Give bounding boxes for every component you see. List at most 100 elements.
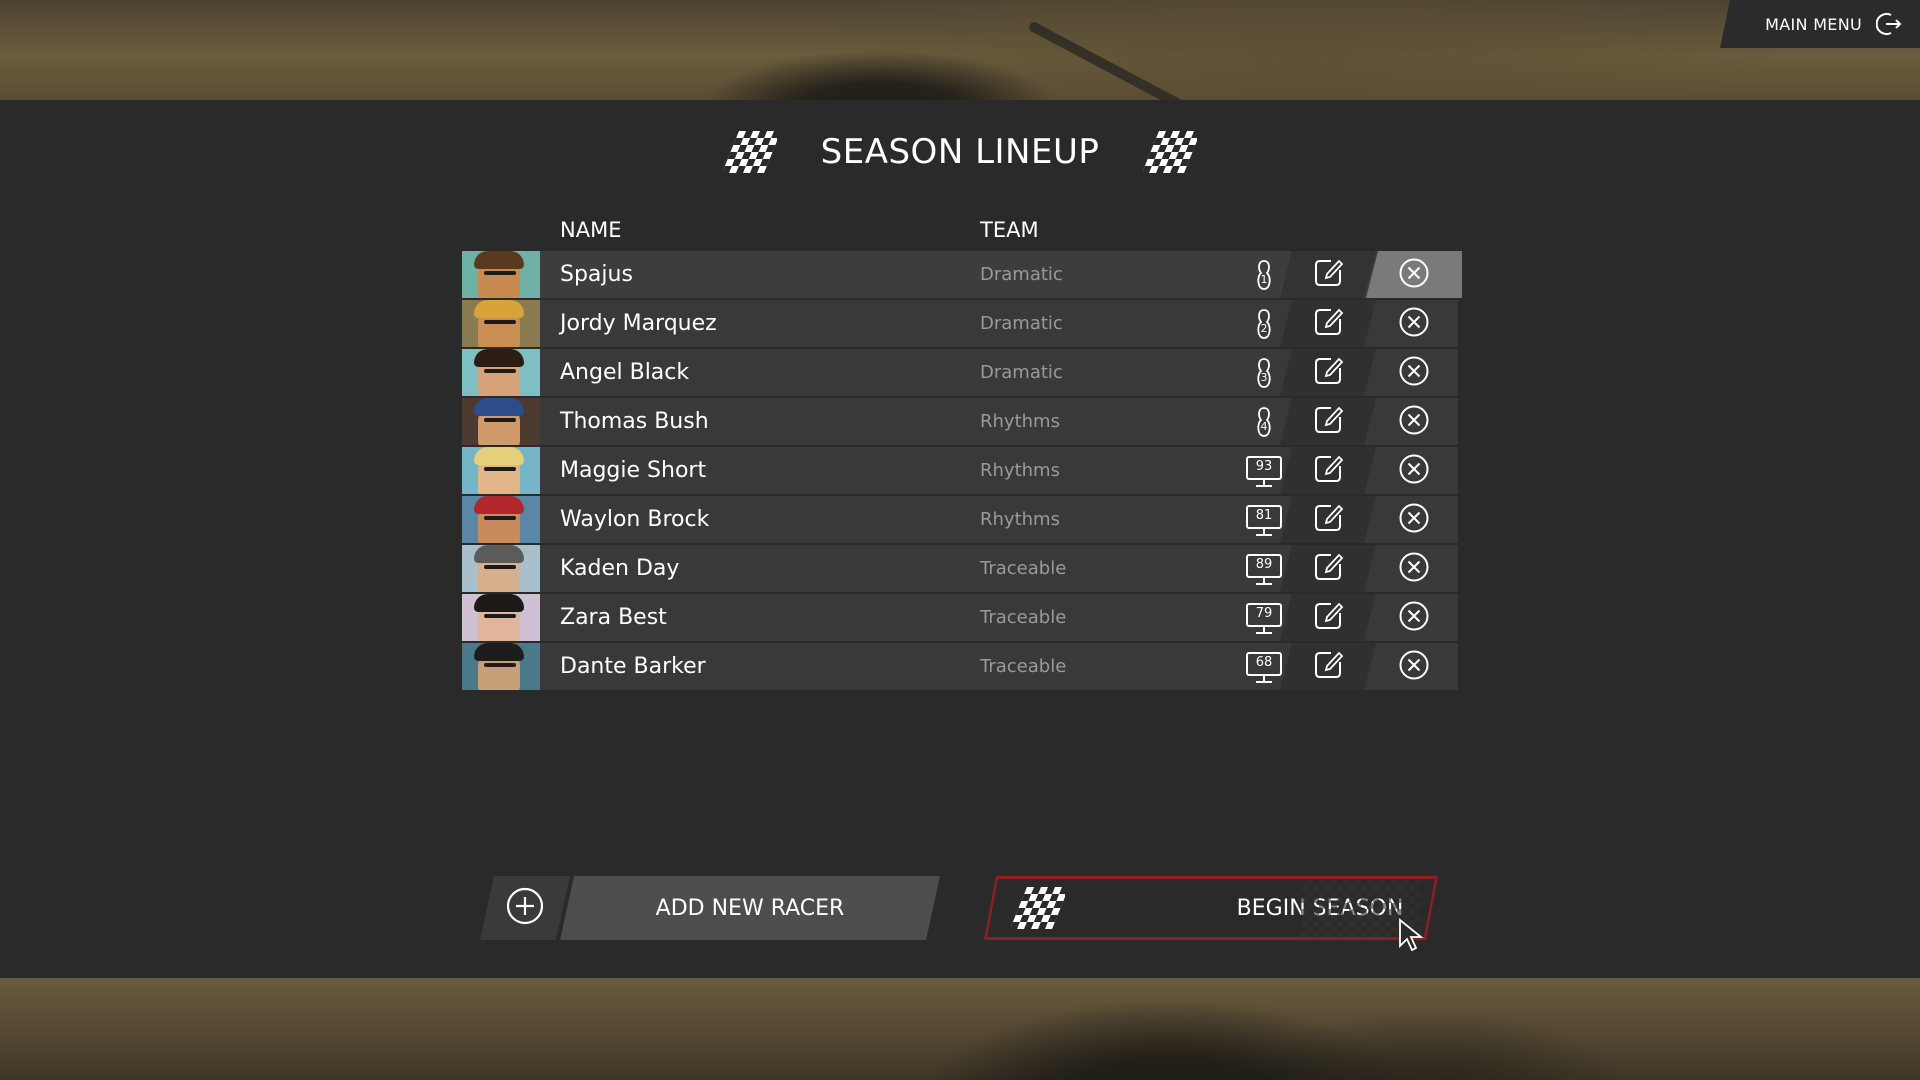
edit-icon — [1311, 403, 1345, 441]
computer-ai-icon: 93 — [1244, 455, 1284, 487]
racer-name: Waylon Brock — [560, 507, 710, 532]
checkered-flag-icon — [722, 131, 777, 173]
racer-team: Dramatic — [980, 264, 1063, 285]
computer-ai-icon: 79 — [1244, 602, 1284, 634]
racer-name: Zara Best — [560, 605, 667, 630]
edit-racer-button[interactable] — [1280, 398, 1376, 445]
edit-racer-button[interactable] — [1280, 594, 1376, 641]
remove-racer-button[interactable] — [1366, 496, 1462, 543]
edit-icon — [1311, 354, 1345, 392]
ai-skill-value: 89 — [1255, 556, 1273, 572]
remove-racer-button[interactable] — [1366, 594, 1462, 641]
close-circle-icon — [1397, 256, 1431, 294]
edit-icon — [1311, 452, 1345, 490]
racer-avatar — [462, 447, 540, 494]
racer-avatar — [462, 251, 540, 298]
controller-icon: 1 — [1244, 259, 1284, 291]
racer-row[interactable]: Spajus Dramatic 1 — [462, 251, 1462, 298]
edit-racer-button[interactable] — [1280, 545, 1376, 592]
player-slot-number: 2 — [1260, 321, 1268, 335]
edit-icon — [1311, 501, 1345, 539]
edit-icon — [1311, 550, 1345, 588]
edit-icon — [1311, 305, 1345, 343]
racer-row[interactable]: Thomas Bush Rhythms 4 — [462, 398, 1458, 445]
racer-name: Thomas Bush — [560, 409, 709, 434]
title-row: SEASON LINEUP — [0, 128, 1920, 176]
page-title: SEASON LINEUP — [820, 132, 1100, 172]
racer-row[interactable]: Waylon Brock Rhythms 81 — [462, 496, 1458, 543]
racer-team: Dramatic — [980, 313, 1063, 334]
edit-icon — [1311, 648, 1345, 686]
racer-avatar — [462, 643, 540, 690]
close-circle-icon — [1397, 305, 1431, 343]
racer-name: Jordy Marquez — [560, 311, 717, 336]
remove-racer-button[interactable] — [1366, 643, 1462, 690]
exit-icon — [1876, 11, 1902, 37]
computer-ai-icon: 89 — [1244, 553, 1284, 585]
track-background-top — [0, 0, 1920, 138]
controller-icon: 3 — [1244, 357, 1284, 389]
begin-season-button[interactable]: BEGIN SEASON — [984, 876, 1438, 940]
racer-team: Rhythms — [980, 460, 1060, 481]
racer-row[interactable]: Kaden Day Traceable 89 — [462, 545, 1458, 592]
checkered-flag-icon — [1011, 887, 1065, 929]
racer-row[interactable]: Dante Barker Traceable 68 — [462, 643, 1458, 690]
edit-icon — [1311, 599, 1345, 637]
racer-row[interactable]: Maggie Short Rhythms 93 — [462, 447, 1458, 494]
ai-skill-value: 93 — [1255, 458, 1273, 474]
racer-avatar — [462, 300, 540, 347]
racer-team: Traceable — [980, 558, 1067, 579]
add-new-racer-label: ADD NEW RACER — [560, 876, 940, 940]
remove-racer-button[interactable] — [1366, 398, 1462, 445]
controller-icon: 4 — [1244, 406, 1284, 438]
remove-racer-button[interactable] — [1366, 349, 1462, 396]
racer-list: Spajus Dramatic 1 Jordy Marquez Dramatic… — [462, 251, 1462, 692]
edit-racer-button[interactable] — [1280, 643, 1376, 690]
main-menu-button[interactable]: MAIN MENU — [1720, 0, 1920, 48]
plus-circle-icon — [505, 886, 545, 930]
racer-team: Rhythms — [980, 509, 1060, 530]
close-circle-icon — [1397, 452, 1431, 490]
racer-name: Angel Black — [560, 360, 690, 385]
racer-avatar — [462, 398, 540, 445]
edit-racer-button[interactable] — [1280, 349, 1376, 396]
game-screen: MAIN MENU SEASON LINEUP NAME TEAM Spajus… — [0, 0, 1920, 1080]
racer-team: Rhythms — [980, 411, 1060, 432]
racer-name: Dante Barker — [560, 654, 706, 679]
racer-row[interactable]: Jordy Marquez Dramatic 2 — [462, 300, 1458, 347]
player-slot-number: 1 — [1260, 272, 1268, 286]
track-background-bottom — [0, 978, 1920, 1080]
remove-racer-button[interactable] — [1366, 447, 1462, 494]
racer-avatar — [462, 545, 540, 592]
racer-avatar — [462, 349, 540, 396]
close-circle-icon — [1397, 403, 1431, 441]
edit-icon — [1311, 256, 1345, 294]
computer-ai-icon: 81 — [1244, 504, 1284, 536]
edit-racer-button[interactable] — [1280, 447, 1376, 494]
player-slot-number: 4 — [1260, 419, 1268, 433]
column-header-name: NAME — [560, 218, 622, 242]
close-circle-icon — [1397, 501, 1431, 539]
close-circle-icon — [1397, 599, 1431, 637]
racer-name: Maggie Short — [560, 458, 707, 483]
racer-row[interactable]: Angel Black Dramatic 3 — [462, 349, 1458, 396]
add-new-racer-button[interactable]: ADD NEW RACER — [480, 876, 940, 940]
remove-racer-button[interactable] — [1366, 251, 1462, 298]
column-header-team: TEAM — [980, 218, 1039, 242]
racer-row[interactable]: Zara Best Traceable 79 — [462, 594, 1458, 641]
close-circle-icon — [1397, 354, 1431, 392]
racer-avatar — [462, 496, 540, 543]
controller-icon: 2 — [1244, 308, 1284, 340]
ai-skill-value: 79 — [1255, 605, 1273, 621]
computer-ai-icon: 68 — [1244, 651, 1284, 683]
remove-racer-button[interactable] — [1366, 300, 1462, 347]
racer-avatar — [462, 594, 540, 641]
edit-racer-button[interactable] — [1280, 300, 1376, 347]
main-menu-label: MAIN MENU — [1765, 14, 1862, 34]
remove-racer-button[interactable] — [1366, 545, 1462, 592]
edit-racer-button[interactable] — [1280, 251, 1376, 298]
ai-skill-value: 68 — [1255, 654, 1273, 670]
racer-team: Dramatic — [980, 362, 1063, 383]
player-slot-number: 3 — [1260, 370, 1268, 384]
edit-racer-button[interactable] — [1280, 496, 1376, 543]
